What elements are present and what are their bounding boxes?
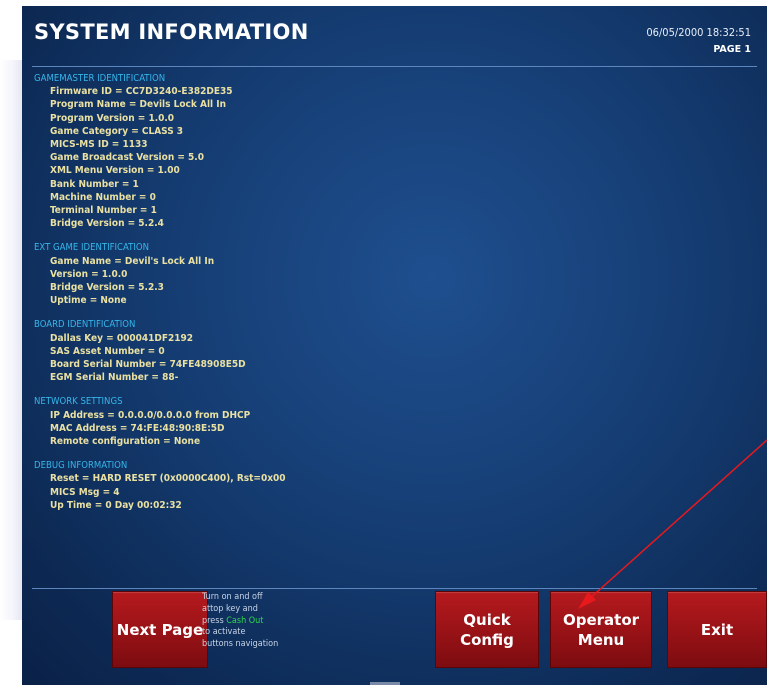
info-item: Game Name = Devil's Lock All In bbox=[50, 255, 215, 267]
footer-divider bbox=[32, 588, 757, 589]
info-content: GAMEMASTER IDENTIFICATION Firmware ID = … bbox=[34, 72, 734, 523]
info-item: Terminal Number = 1 bbox=[50, 205, 157, 217]
hint-text: press bbox=[202, 615, 227, 626]
quick-config-label: Quick Config bbox=[460, 610, 514, 650]
next-page-label: Next Page bbox=[116, 620, 204, 639]
info-item: Program Name = Devils Lock All In bbox=[50, 99, 226, 111]
button-label-line: Menu bbox=[577, 630, 625, 649]
info-item: Bridge Version = 5.2.3 bbox=[50, 282, 164, 294]
info-item: MICS Msg = 4 bbox=[50, 486, 120, 498]
section-gamemaster: GAMEMASTER IDENTIFICATION Firmware ID = … bbox=[34, 72, 734, 230]
hint-line: buttons navigation bbox=[202, 639, 279, 650]
page-number: PAGE 1 bbox=[713, 44, 751, 55]
operator-menu-label: Operator Menu bbox=[563, 610, 639, 650]
operator-menu-button[interactable]: Operator Menu bbox=[550, 591, 652, 668]
system-info-screen: SYSTEM INFORMATION 06/05/2000 18:32:51 P… bbox=[22, 6, 767, 685]
info-item: Bank Number = 1 bbox=[50, 178, 139, 190]
section-title: BOARD IDENTIFICATION bbox=[34, 319, 136, 331]
left-edge-strip bbox=[0, 60, 22, 620]
info-item: Up Time = 0 Day 00:02:32 bbox=[50, 499, 182, 511]
info-item: Dallas Key = 000041DF2192 bbox=[50, 332, 194, 344]
button-label-line: Config bbox=[460, 630, 514, 649]
quick-config-button[interactable]: Quick Config bbox=[435, 591, 539, 668]
info-item: IP Address = 0.0.0.0/0.0.0.0 from DHCP bbox=[50, 409, 251, 421]
info-item: Machine Number = 0 bbox=[50, 191, 156, 203]
info-item: MICS-MS ID = 1133 bbox=[50, 139, 148, 151]
datetime: 06/05/2000 18:32:51 bbox=[646, 26, 751, 39]
hint-line: to activate bbox=[202, 627, 246, 638]
cash-out-highlight: Cash Out bbox=[226, 615, 264, 626]
button-label-line: Operator bbox=[562, 610, 640, 629]
next-page-button[interactable]: Next Page bbox=[112, 591, 208, 668]
info-item: Bridge Version = 5.2.4 bbox=[50, 218, 164, 230]
section-title: DEBUG INFORMATION bbox=[34, 460, 128, 472]
section-debug: DEBUG INFORMATION Reset = HARD RESET (0x… bbox=[34, 459, 734, 512]
info-item: Remote configuration = None bbox=[50, 436, 201, 448]
section-network: NETWORK SETTINGS IP Address = 0.0.0.0/0.… bbox=[34, 395, 734, 448]
section-title: GAMEMASTER IDENTIFICATION bbox=[34, 73, 166, 84]
info-item: Board Serial Number = 74FE48908E5D bbox=[50, 359, 246, 371]
info-item: Version = 1.0.0 bbox=[50, 268, 128, 280]
info-item: EGM Serial Number = 88- bbox=[50, 372, 179, 384]
section-title: EXT GAME IDENTIFICATION bbox=[34, 242, 149, 254]
header-divider bbox=[32, 66, 757, 67]
hint-line: attop key and bbox=[202, 603, 258, 614]
info-item: MAC Address = 74:FE:48:90:8E:5D bbox=[50, 422, 225, 434]
page-title: SYSTEM INFORMATION bbox=[34, 20, 309, 44]
hint-line: Turn on and off bbox=[202, 592, 263, 602]
section-ext-game: EXT GAME IDENTIFICATION Game Name = Devi… bbox=[34, 241, 734, 307]
exit-button[interactable]: Exit bbox=[667, 591, 767, 668]
info-item: Game Category = CLASS 3 bbox=[50, 125, 184, 137]
info-item: Game Broadcast Version = 5.0 bbox=[50, 152, 204, 164]
info-item: XML Menu Version = 1.00 bbox=[50, 165, 180, 177]
button-label-line: Quick bbox=[463, 610, 511, 629]
exit-label: Exit bbox=[700, 620, 734, 639]
info-item: Program Version = 1.0.0 bbox=[50, 112, 175, 124]
hint-line: press Cash Out bbox=[202, 616, 322, 628]
info-item: Firmware ID = CC7D3240-E382DE35 bbox=[50, 86, 233, 98]
info-item: SAS Asset Number = 0 bbox=[50, 345, 165, 357]
section-board: BOARD IDENTIFICATION Dallas Key = 000041… bbox=[34, 318, 734, 384]
section-title: NETWORK SETTINGS bbox=[34, 396, 123, 408]
navigation-hint: Turn on and off attop key and press Cash… bbox=[202, 592, 322, 651]
info-item: Uptime = None bbox=[50, 295, 127, 307]
info-item: Reset = HARD RESET (0x0000C400), Rst=0x0… bbox=[50, 473, 286, 485]
